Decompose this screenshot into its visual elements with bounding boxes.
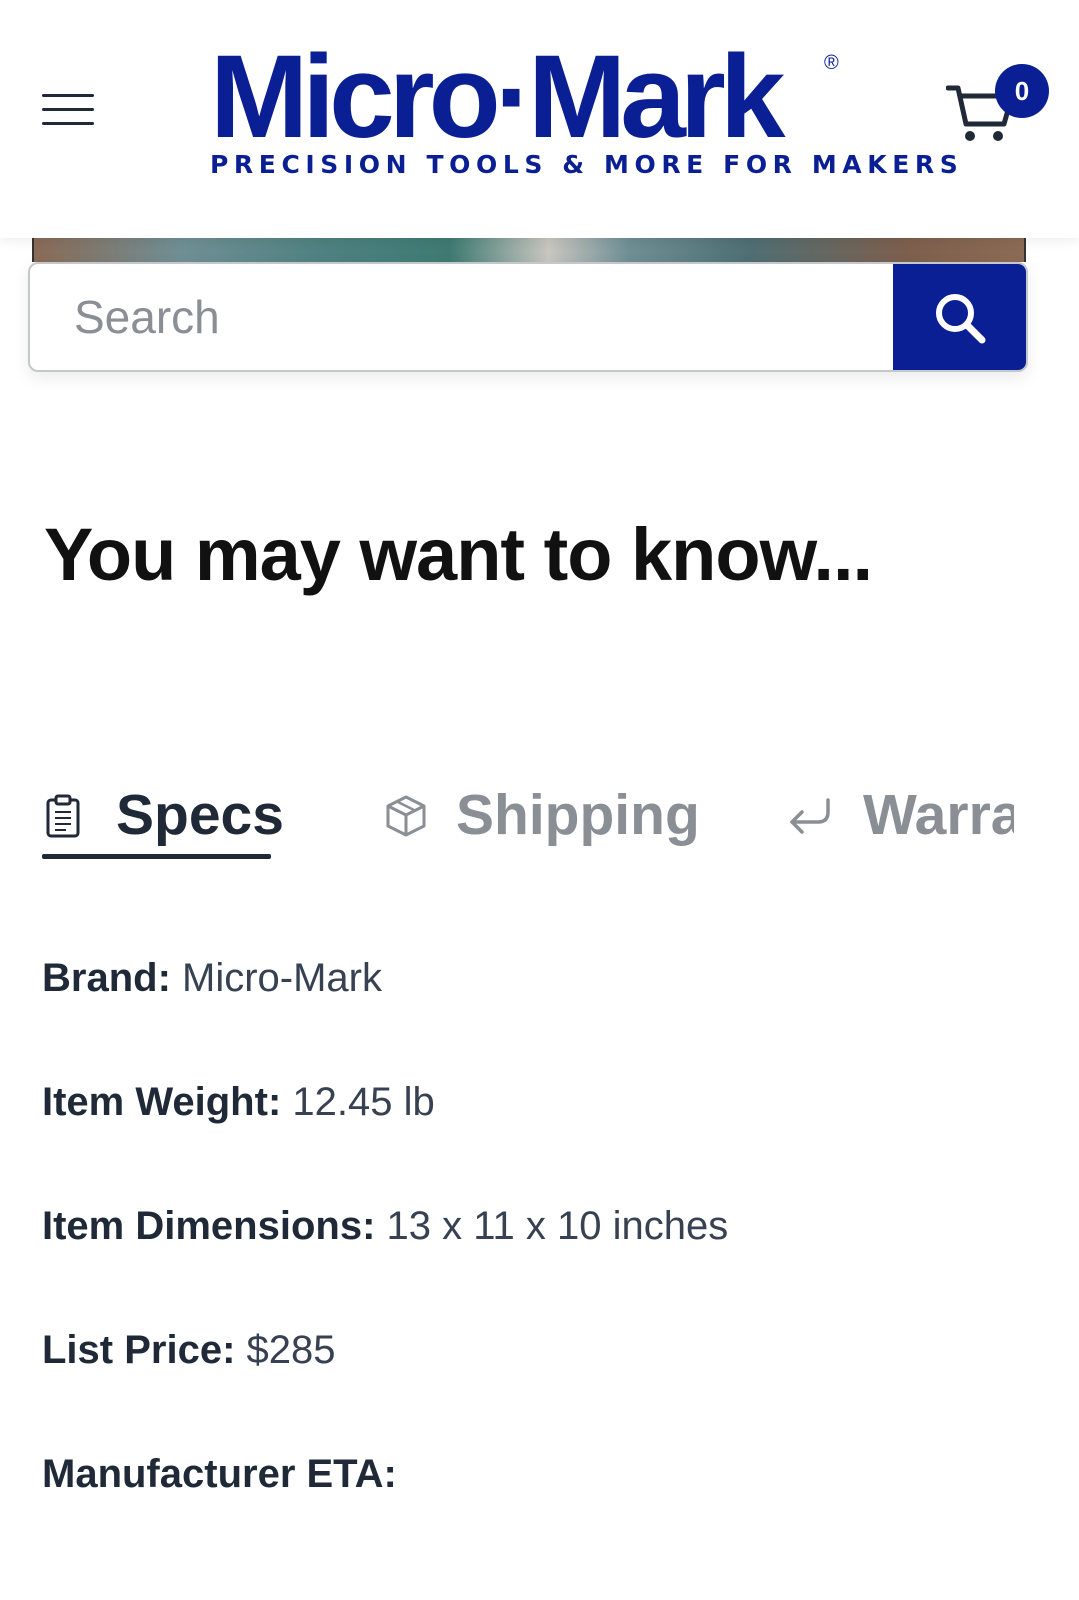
- site-header: Micro·Mark ® PRECISION TOOLS & MORE FOR …: [0, 0, 1079, 238]
- active-tab-indicator: [42, 854, 271, 859]
- info-tabs: Specs Shipping Warranty: [0, 770, 1079, 870]
- spec-row-manufacturer-eta: Manufacturer ETA:: [42, 1452, 397, 1497]
- hero-image-strip: [32, 234, 1026, 262]
- clipboard-icon: [46, 794, 80, 838]
- spec-row-list-price: List Price: $285: [42, 1328, 336, 1373]
- site-logo[interactable]: Micro·Mark ® PRECISION TOOLS & MORE FOR …: [210, 31, 958, 188]
- search-input[interactable]: [30, 264, 894, 370]
- tab-label: Specs: [116, 783, 284, 847]
- box-icon: [386, 795, 426, 837]
- return-arrow-icon: [790, 798, 830, 834]
- spec-value: 13 x 11 x 10 inches: [386, 1204, 729, 1248]
- menu-line: [42, 108, 94, 111]
- spec-key: List Price:: [42, 1328, 236, 1372]
- tab-shipping[interactable]: Shipping: [382, 770, 702, 860]
- tabs-overflow-fade: [1014, 770, 1079, 870]
- tab-specs[interactable]: Specs: [42, 770, 284, 860]
- logo-wordmark: Micro·Mark: [210, 31, 785, 163]
- cart-button[interactable]: 0: [946, 64, 1052, 150]
- spec-row-weight: Item Weight: 12.45 lb: [42, 1080, 435, 1125]
- spec-key: Manufacturer ETA:: [42, 1452, 397, 1496]
- registered-mark: ®: [824, 52, 839, 74]
- spec-value: $285: [246, 1328, 336, 1372]
- tab-label: Shipping: [456, 783, 700, 847]
- section-title: You may want to know...: [44, 513, 873, 596]
- spec-key: Brand:: [42, 956, 171, 1000]
- spec-key: Item Dimensions:: [42, 1204, 376, 1248]
- cart-count-badge: 0: [995, 64, 1049, 118]
- logo-tagline: PRECISION TOOLS & MORE FOR MAKERS: [210, 150, 964, 179]
- spec-value: Micro-Mark: [182, 956, 382, 1000]
- spec-key: Item Weight:: [42, 1080, 282, 1124]
- spec-row-dimensions: Item Dimensions: 13 x 11 x 10 inches: [42, 1204, 728, 1249]
- hamburger-menu-icon[interactable]: [42, 92, 96, 130]
- search-button[interactable]: [893, 264, 1026, 370]
- spec-row-brand: Brand: Micro-Mark: [42, 956, 382, 1001]
- spec-value: 12.45 lb: [292, 1080, 435, 1124]
- menu-line: [42, 122, 94, 125]
- search-icon: [936, 294, 986, 344]
- menu-line: [42, 94, 94, 97]
- search-bar: [28, 262, 1028, 372]
